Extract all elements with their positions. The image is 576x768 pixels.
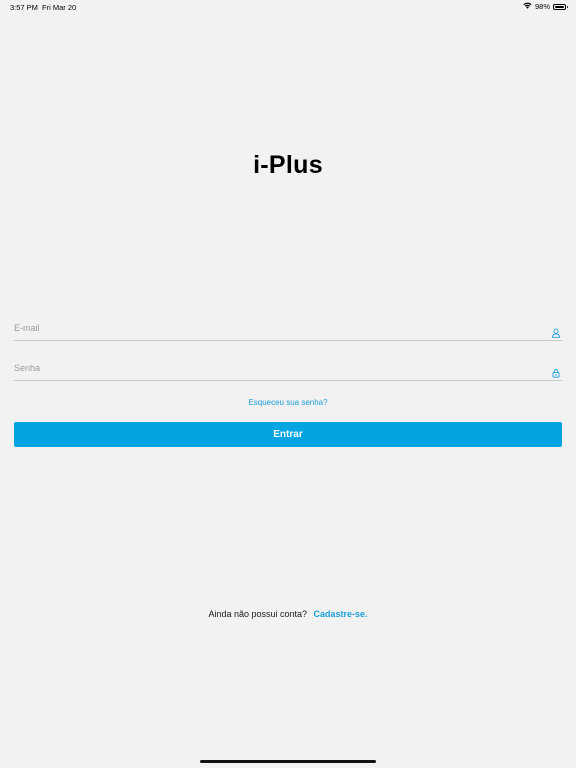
battery-tip [566, 5, 568, 8]
battery-fill [555, 5, 564, 8]
status-bar: 3:57 PM Fri Mar 20 98% [0, 0, 576, 14]
forgot-password-link[interactable]: Esqueceu sua senha? [0, 398, 576, 407]
login-button[interactable]: Entrar [14, 422, 562, 447]
password-field-container [14, 358, 562, 381]
signup-prompt: Ainda não possui conta? [208, 609, 308, 619]
status-date: Fri Mar 20 [42, 3, 77, 12]
lock-icon [551, 365, 561, 378]
email-input[interactable] [14, 318, 534, 338]
status-time: 3:57 PM [10, 3, 38, 12]
home-indicator[interactable] [200, 760, 376, 763]
signup-row: Ainda não possui conta? Cadastre-se. [0, 609, 576, 619]
email-field-container [14, 318, 562, 341]
battery-icon [553, 3, 568, 10]
signup-link[interactable]: Cadastre-se. [314, 609, 368, 619]
app-title: i-Plus [253, 151, 323, 179]
wifi-icon [523, 2, 532, 11]
password-input[interactable] [14, 358, 534, 378]
status-right: 98% [523, 2, 568, 11]
user-icon [551, 325, 561, 338]
battery-percent: 98% [534, 2, 550, 11]
